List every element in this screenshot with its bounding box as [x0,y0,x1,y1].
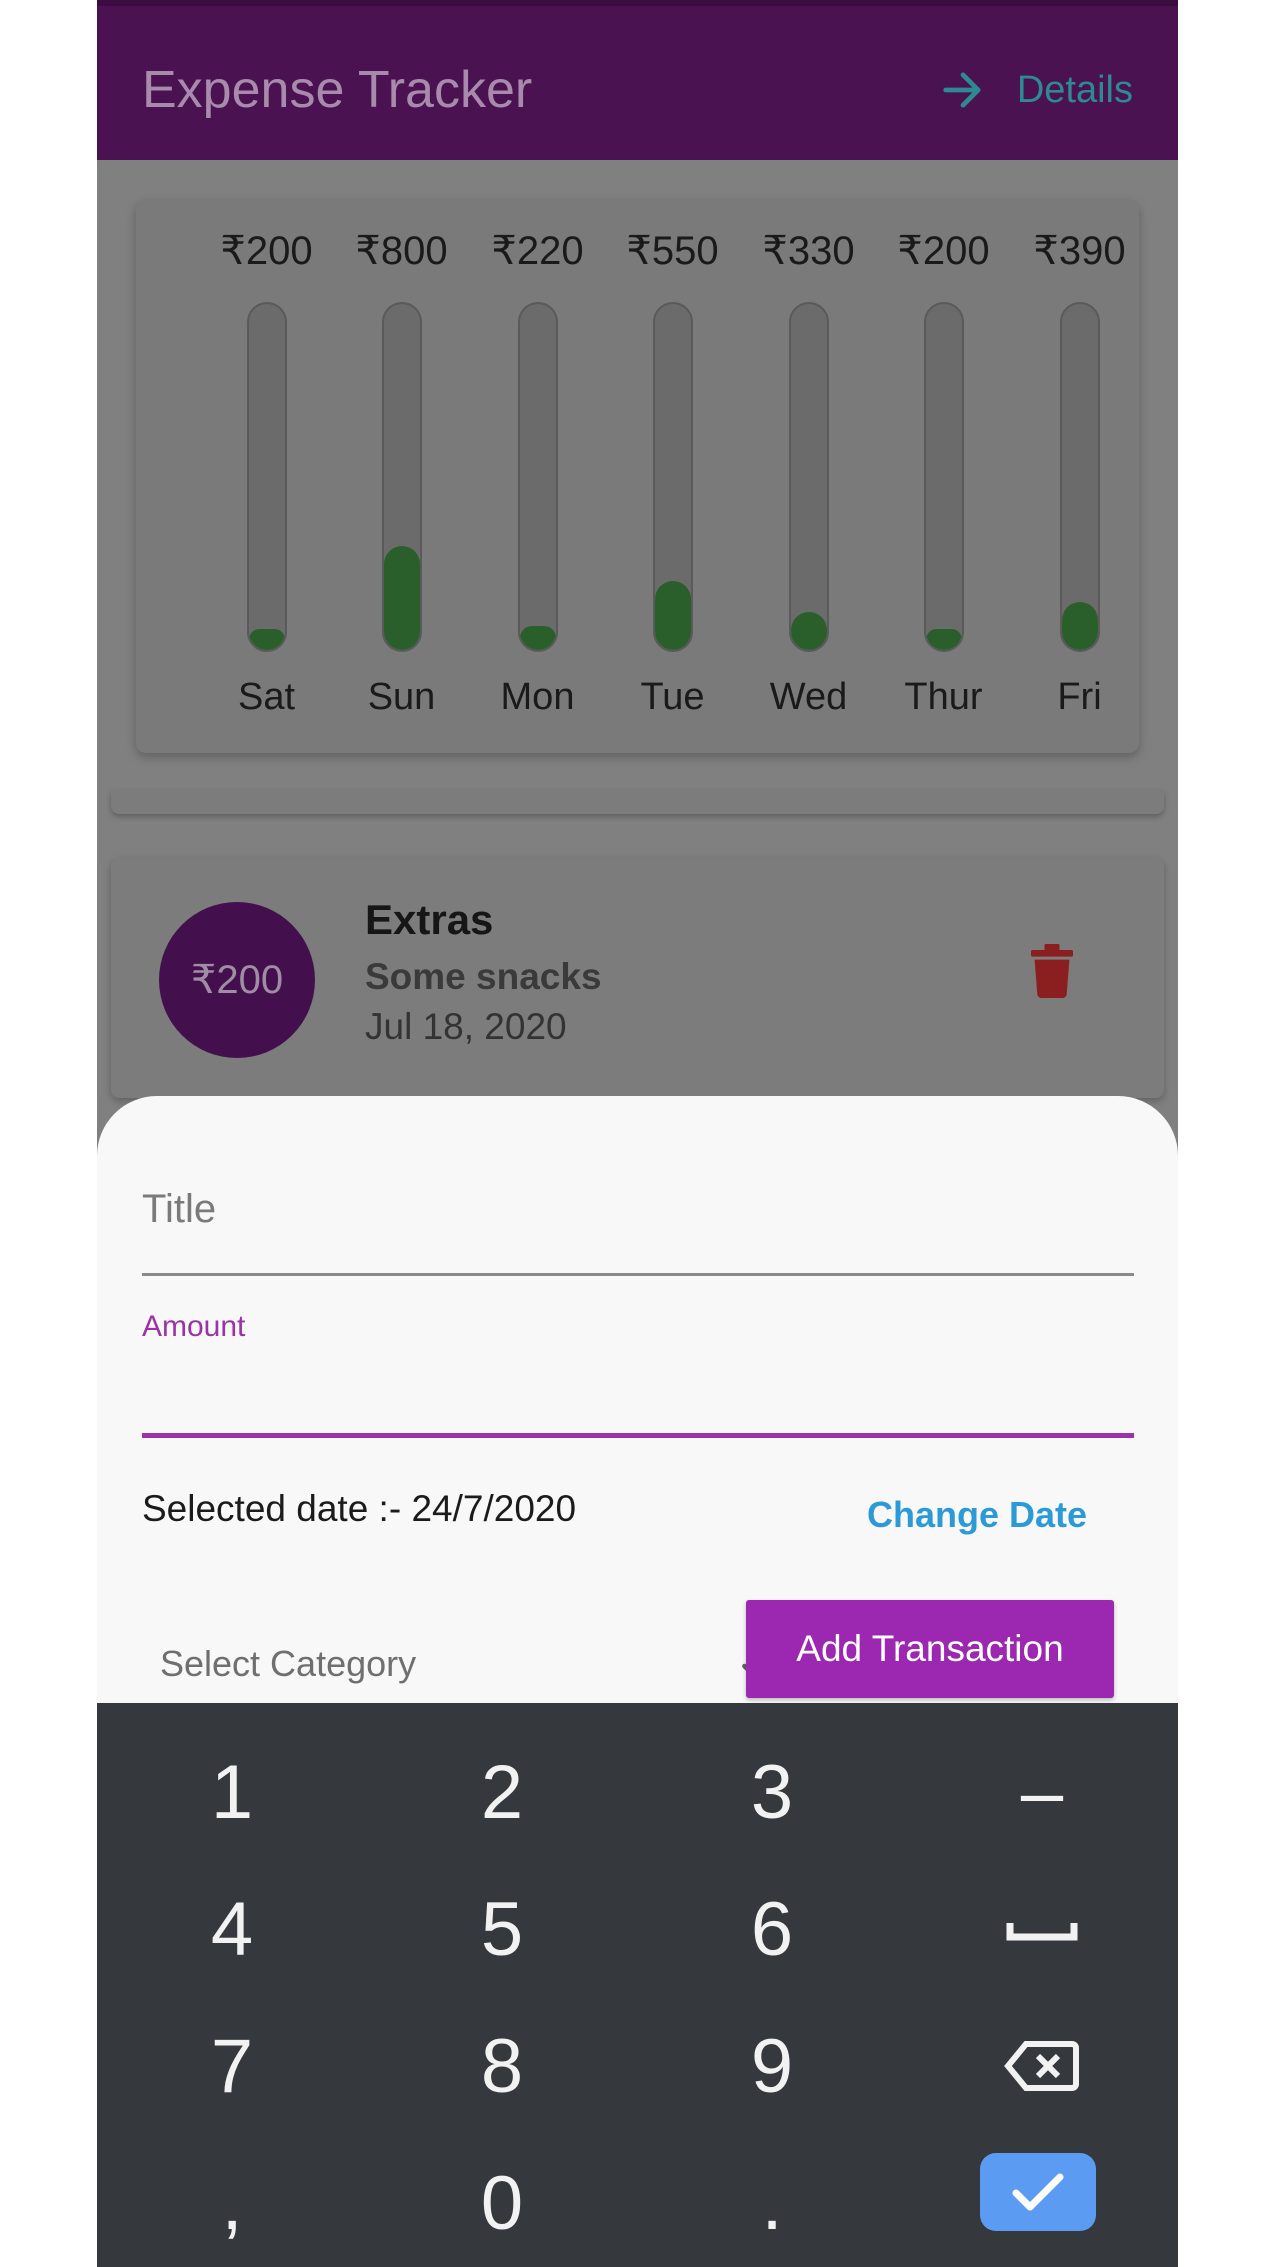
chart-bar-sat: ₹200 Sat [199,200,334,753]
phone-screen: Expense Tracker Details ₹200 Sat ₹800 Su… [97,0,1178,2267]
bar-amount: ₹390 [1033,229,1126,273]
chart-bar-thur: ₹200 Thur [876,200,1011,753]
bar-amount: ₹200 [220,229,313,273]
backspace-icon [1004,2041,1079,2091]
trash-icon[interactable] [1031,944,1073,998]
key-comma[interactable]: , [97,2134,367,2267]
bar-fill [655,580,691,650]
transaction-amount-avatar: ₹200 [159,902,315,1058]
key-2[interactable]: 2 [367,1723,637,1861]
chart-bar-fri: ₹390 Fri [1012,200,1147,753]
bar-fill [384,546,420,650]
key-5[interactable]: 5 [367,1860,637,1998]
category-dropdown[interactable]: Select Category [142,1616,802,1712]
bar-track [789,302,829,652]
transaction-card[interactable]: ₹200 Extras Some snacks Jul 18, 2020 [111,858,1164,1098]
space-icon [1006,1923,1078,1941]
title-input[interactable] [142,1168,1134,1276]
bar-fill [791,611,827,650]
bar-amount: ₹800 [355,229,448,273]
transaction-title: Extras [365,896,494,943]
selected-date-text: Selected date :- 24/7/2020 [142,1488,577,1529]
key-0[interactable]: 0 [367,2134,637,2267]
bar-day-label: Mon [500,676,575,718]
bar-track [1060,302,1100,652]
bar-day-label: Wed [769,676,848,718]
change-date-button[interactable]: Change Date [867,1494,1087,1536]
bar-fill [1062,601,1098,650]
new-transaction-sheet: Amount Selected date :- 24/7/2020 Change… [97,1096,1178,1706]
bar-amount: ₹220 [491,229,584,273]
bar-track [247,302,287,652]
key-4[interactable]: 4 [97,1860,367,1998]
bar-day-label: Tue [640,676,705,718]
bar-track [382,302,422,652]
key-6[interactable]: 6 [637,1860,907,1998]
key-done[interactable] [980,2153,1096,2231]
key-backspace[interactable] [907,1997,1177,2135]
key-1[interactable]: 1 [97,1723,367,1861]
bar-fill [520,625,556,650]
add-transaction-button[interactable]: Add Transaction [746,1600,1114,1698]
bar-day-label: Sat [237,676,296,718]
transaction-card-partial [111,790,1164,814]
bar-amount: ₹200 [897,229,990,273]
chart-bar-mon: ₹220 Mon [470,200,605,753]
bar-track [653,302,693,652]
chart-bar-wed: ₹330 Wed [741,200,876,753]
transaction-subtitle: Some snacks [365,956,602,997]
bar-day-label: Fri [1057,676,1102,718]
arrow-right-icon [943,72,981,108]
bar-day-label: Sun [367,676,436,718]
chart-bar-sun: ₹800 Sun [334,200,469,753]
bar-fill [249,629,285,650]
app-title: Expense Tracker [142,61,533,119]
bar-fill [926,629,962,650]
key-3[interactable]: 3 [637,1723,907,1861]
amount-label: Amount [142,1310,246,1343]
key-7[interactable]: 7 [97,1997,367,2135]
key-9[interactable]: 9 [637,1997,907,2135]
numeric-keyboard: 1 2 3 – 4 5 6 7 8 9 , 0 . [97,1703,1178,2267]
chart-bar-tue: ₹550 Tue [605,200,740,753]
key-space[interactable] [907,1860,1177,1998]
transaction-date: Jul 18, 2020 [365,1006,567,1047]
amount-input[interactable] [142,1346,1134,1438]
bar-track [924,302,964,652]
bar-amount: ₹330 [762,229,855,273]
key-period[interactable]: . [637,2134,907,2267]
bar-amount: ₹550 [626,229,719,273]
key-minus[interactable]: – [907,1723,1177,1861]
key-8[interactable]: 8 [367,1997,637,2135]
details-label: Details [1016,68,1133,111]
app-bar: Expense Tracker Details [97,0,1178,160]
bar-track [518,302,558,652]
weekly-chart-card: ₹200 Sat ₹800 Sun ₹220 Mon ₹550 Tue ₹330… [136,200,1139,753]
check-icon [1012,2173,1064,2211]
details-button[interactable]: Details [937,64,1133,116]
bar-day-label: Thur [904,676,983,718]
category-placeholder: Select Category [160,1643,417,1684]
